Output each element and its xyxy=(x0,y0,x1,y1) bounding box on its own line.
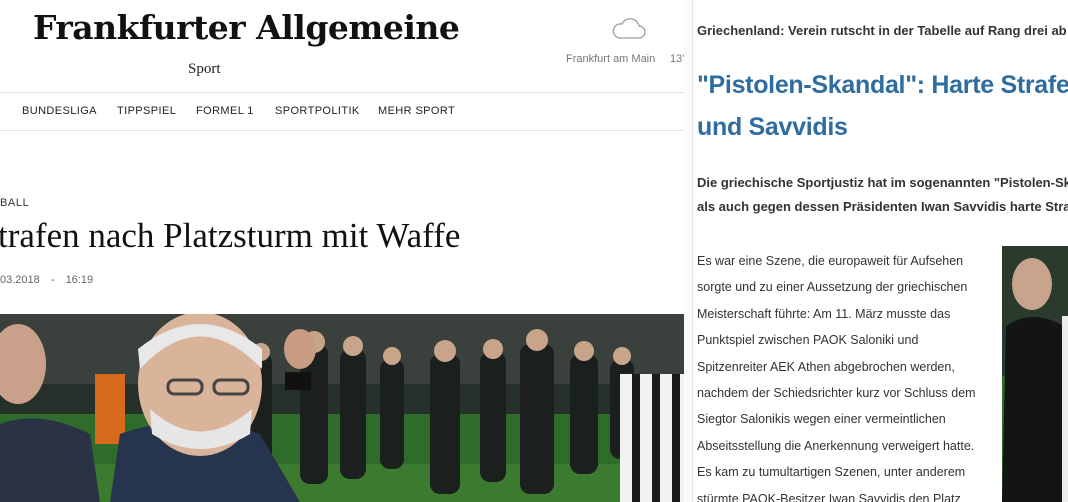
title-line: und Savvidis xyxy=(697,113,848,141)
meta-separator: - xyxy=(50,274,55,286)
title-line: "Pistolen-Skandal": Harte Strafen xyxy=(697,71,1068,99)
nav-bundesliga[interactable]: BUNDESLIGA xyxy=(22,105,97,117)
nav-mehr-sport[interactable]: MEHR SPORT xyxy=(378,105,455,117)
body-line: stürmte PAOK-Besitzer Iwan Savvidis den … xyxy=(697,491,961,502)
nav-tippspiel[interactable]: TIPPSPIEL xyxy=(117,105,176,117)
cloud-icon xyxy=(612,18,646,39)
body-line: sorgte und zu einer Aussetzung der griec… xyxy=(697,280,968,295)
body-line: Siegtor Salonikis wegen einer vermeintli… xyxy=(697,412,946,427)
article-title[interactable]: "Pistolen-Skandal": Harte Strafen und Sa… xyxy=(697,64,1068,148)
panel-divider xyxy=(684,0,692,502)
faz-logo[interactable]: Frankfurter Allgemeine xyxy=(33,8,460,47)
lead-line: als auch gegen dessen Präsidenten Iwan S… xyxy=(697,199,1068,214)
sport-navigation: BUNDESLIGA TIPPSPIEL FORMEL 1 SPORTPOLIT… xyxy=(0,92,684,131)
article-meta: 03.2018 - 16:19 xyxy=(0,274,101,286)
article-lead: Die griechische Sportjustiz hat im sogen… xyxy=(697,171,1068,219)
article-headline: trafen nach Platzsturm mit Waffe xyxy=(0,216,461,255)
lead-line: Die griechische Sportjustiz hat im sogen… xyxy=(697,175,1068,190)
body-line: Abseitsstellung die Anerkennung verweige… xyxy=(697,438,975,453)
weather-temp: 13° xyxy=(670,53,684,65)
section-title[interactable]: Sport xyxy=(188,61,221,78)
article-date: 03.2018 xyxy=(0,274,40,286)
article-body: Es war eine Szene, die europaweit für Au… xyxy=(697,248,976,502)
article-photo[interactable] xyxy=(0,314,684,502)
second-article-panel: Griechenland: Verein rutscht in der Tabe… xyxy=(692,0,1068,502)
body-line: Punktspiel zwischen PAOK Saloniki und xyxy=(697,333,919,348)
article-kicker[interactable]: BALL xyxy=(0,197,29,209)
nav-sportpolitik[interactable]: SPORTPOLITIK xyxy=(275,105,360,117)
article-topline: Griechenland: Verein rutscht in der Tabe… xyxy=(697,23,1067,38)
faz-panel: Frankfurter Allgemeine Sport Frankfurt a… xyxy=(0,0,684,502)
body-line: Es war eine Szene, die europaweit für Au… xyxy=(697,254,964,268)
body-line: Es kam zu tumultartigen Szenen, unter an… xyxy=(697,465,966,480)
body-line: Meisterschaft führte: Am 11. März musste… xyxy=(697,306,951,321)
body-line: Spitzenreiter AEK Athen abgebrochen werd… xyxy=(697,359,955,374)
nav-formel-1[interactable]: FORMEL 1 xyxy=(196,105,254,117)
body-line: nachdem der Schiedsrichter kurz vor Schl… xyxy=(697,386,976,401)
article-photo[interactable] xyxy=(1002,246,1068,502)
weather-city: Frankfurt am Main xyxy=(566,53,656,65)
article-time: 16:19 xyxy=(65,274,94,286)
